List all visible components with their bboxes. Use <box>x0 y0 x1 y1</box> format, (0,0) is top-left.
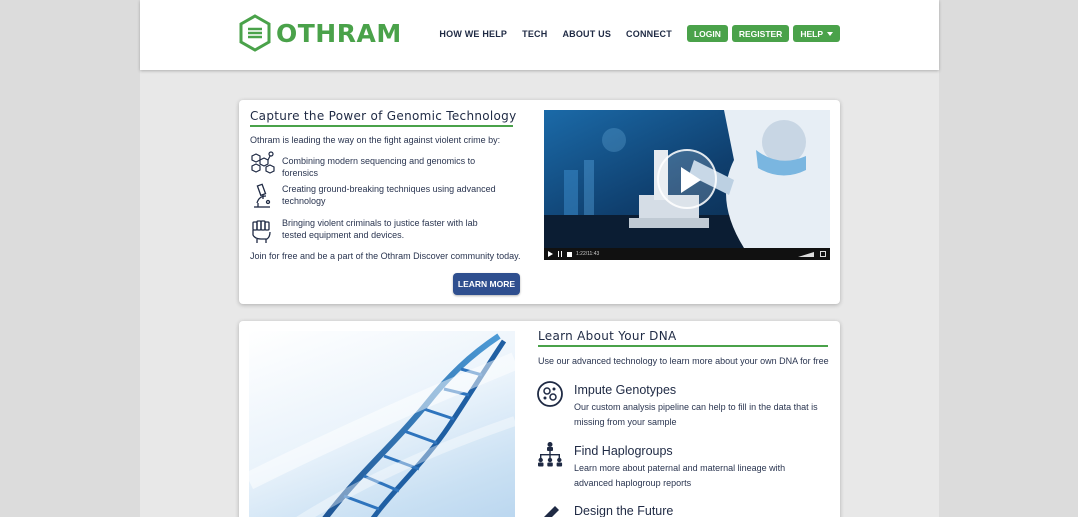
play-small-icon[interactable] <box>548 251 553 257</box>
pen-icon <box>544 506 559 517</box>
nav-about-us[interactable]: ABOUT US <box>562 29 611 39</box>
nav-tech[interactable]: TECH <box>522 29 547 39</box>
dna-card: Learn About Your DNA Use our advanced te… <box>239 321 840 517</box>
site-header: OTHRAM HOW WE HELP TECH ABOUT US CONNECT… <box>140 0 939 70</box>
hexagon-logo-icon <box>239 14 271 52</box>
help-dropdown-button[interactable]: HELP <box>793 25 840 42</box>
play-video-button[interactable] <box>657 149 717 209</box>
dna-cell-icon <box>537 381 563 407</box>
dna-feature-item: Find Haplogroups Learn more about patern… <box>536 441 819 491</box>
register-button[interactable]: REGISTER <box>731 25 790 42</box>
main-nav: HOW WE HELP TECH ABOUT US CONNECT LOGIN … <box>439 25 840 42</box>
title-underline <box>250 125 513 127</box>
dna-feature-title: Impute Genotypes <box>574 383 677 397</box>
feature-text: Creating ground-breaking techniques usin… <box>282 184 496 206</box>
microscope-icon <box>254 183 271 208</box>
dna-feature-title: Find Haplogroups <box>574 444 673 458</box>
logo-text: OTHRAM <box>276 18 402 48</box>
dna-helix-image <box>249 331 515 517</box>
dna-feature-item: Design the Future <box>536 501 673 517</box>
video-controls: 1:22/11:43 <box>544 248 830 260</box>
fullscreen-icon[interactable] <box>820 251 826 257</box>
genomic-technology-card: Capture the Power of Genomic Technology … <box>239 100 840 304</box>
dna-feature-desc: Learn more about paternal and maternal l… <box>574 463 786 488</box>
volume-icon[interactable] <box>798 251 814 257</box>
join-text: Join for free and be a part of the Othra… <box>250 251 521 261</box>
feature-item: Creating ground-breaking techniques usin… <box>249 183 497 210</box>
play-icon <box>681 167 701 193</box>
genomic-card-title: Capture the Power of Genomic Technology <box>250 109 517 123</box>
login-button[interactable]: LOGIN <box>686 25 728 42</box>
dna-card-title: Learn About Your DNA <box>538 329 677 343</box>
dna-feature-title: Design the Future <box>574 504 674 517</box>
feature-text: Combining modern sequencing and genomics… <box>282 156 476 178</box>
family-tree-icon <box>538 442 563 467</box>
dna-feature-desc: Our custom analysis pipeline can help to… <box>574 402 818 427</box>
feature-text: Bringing violent criminals to justice fa… <box>282 218 478 240</box>
fist-icon <box>252 220 271 243</box>
learn-more-button[interactable]: LEARN MORE <box>453 273 520 295</box>
video-time: 1:22/11:43 <box>576 251 600 257</box>
page: OTHRAM HOW WE HELP TECH ABOUT US CONNECT… <box>140 0 939 517</box>
lab-video-player[interactable]: 1:22/11:43 <box>544 110 830 260</box>
dna-feature-item: Impute Genotypes Our custom analysis pip… <box>536 380 819 430</box>
stop-icon[interactable] <box>567 251 572 257</box>
othram-logo[interactable]: OTHRAM <box>238 14 402 52</box>
dna-subtitle: Use our advanced technology to learn mor… <box>538 356 829 366</box>
pause-icon[interactable] <box>558 251 562 257</box>
title-underline <box>538 345 828 347</box>
feature-item: Bringing violent criminals to justice fa… <box>249 217 497 244</box>
nav-how-we-help[interactable]: HOW WE HELP <box>439 29 507 39</box>
molecule-icon <box>251 151 275 174</box>
caret-down-icon <box>827 31 833 36</box>
genomic-intro: Othram is leading the way on the fight a… <box>250 135 501 145</box>
feature-item: Combining modern sequencing and genomics… <box>249 149 497 179</box>
help-label: HELP <box>800 28 823 39</box>
nav-connect[interactable]: CONNECT <box>626 29 672 39</box>
